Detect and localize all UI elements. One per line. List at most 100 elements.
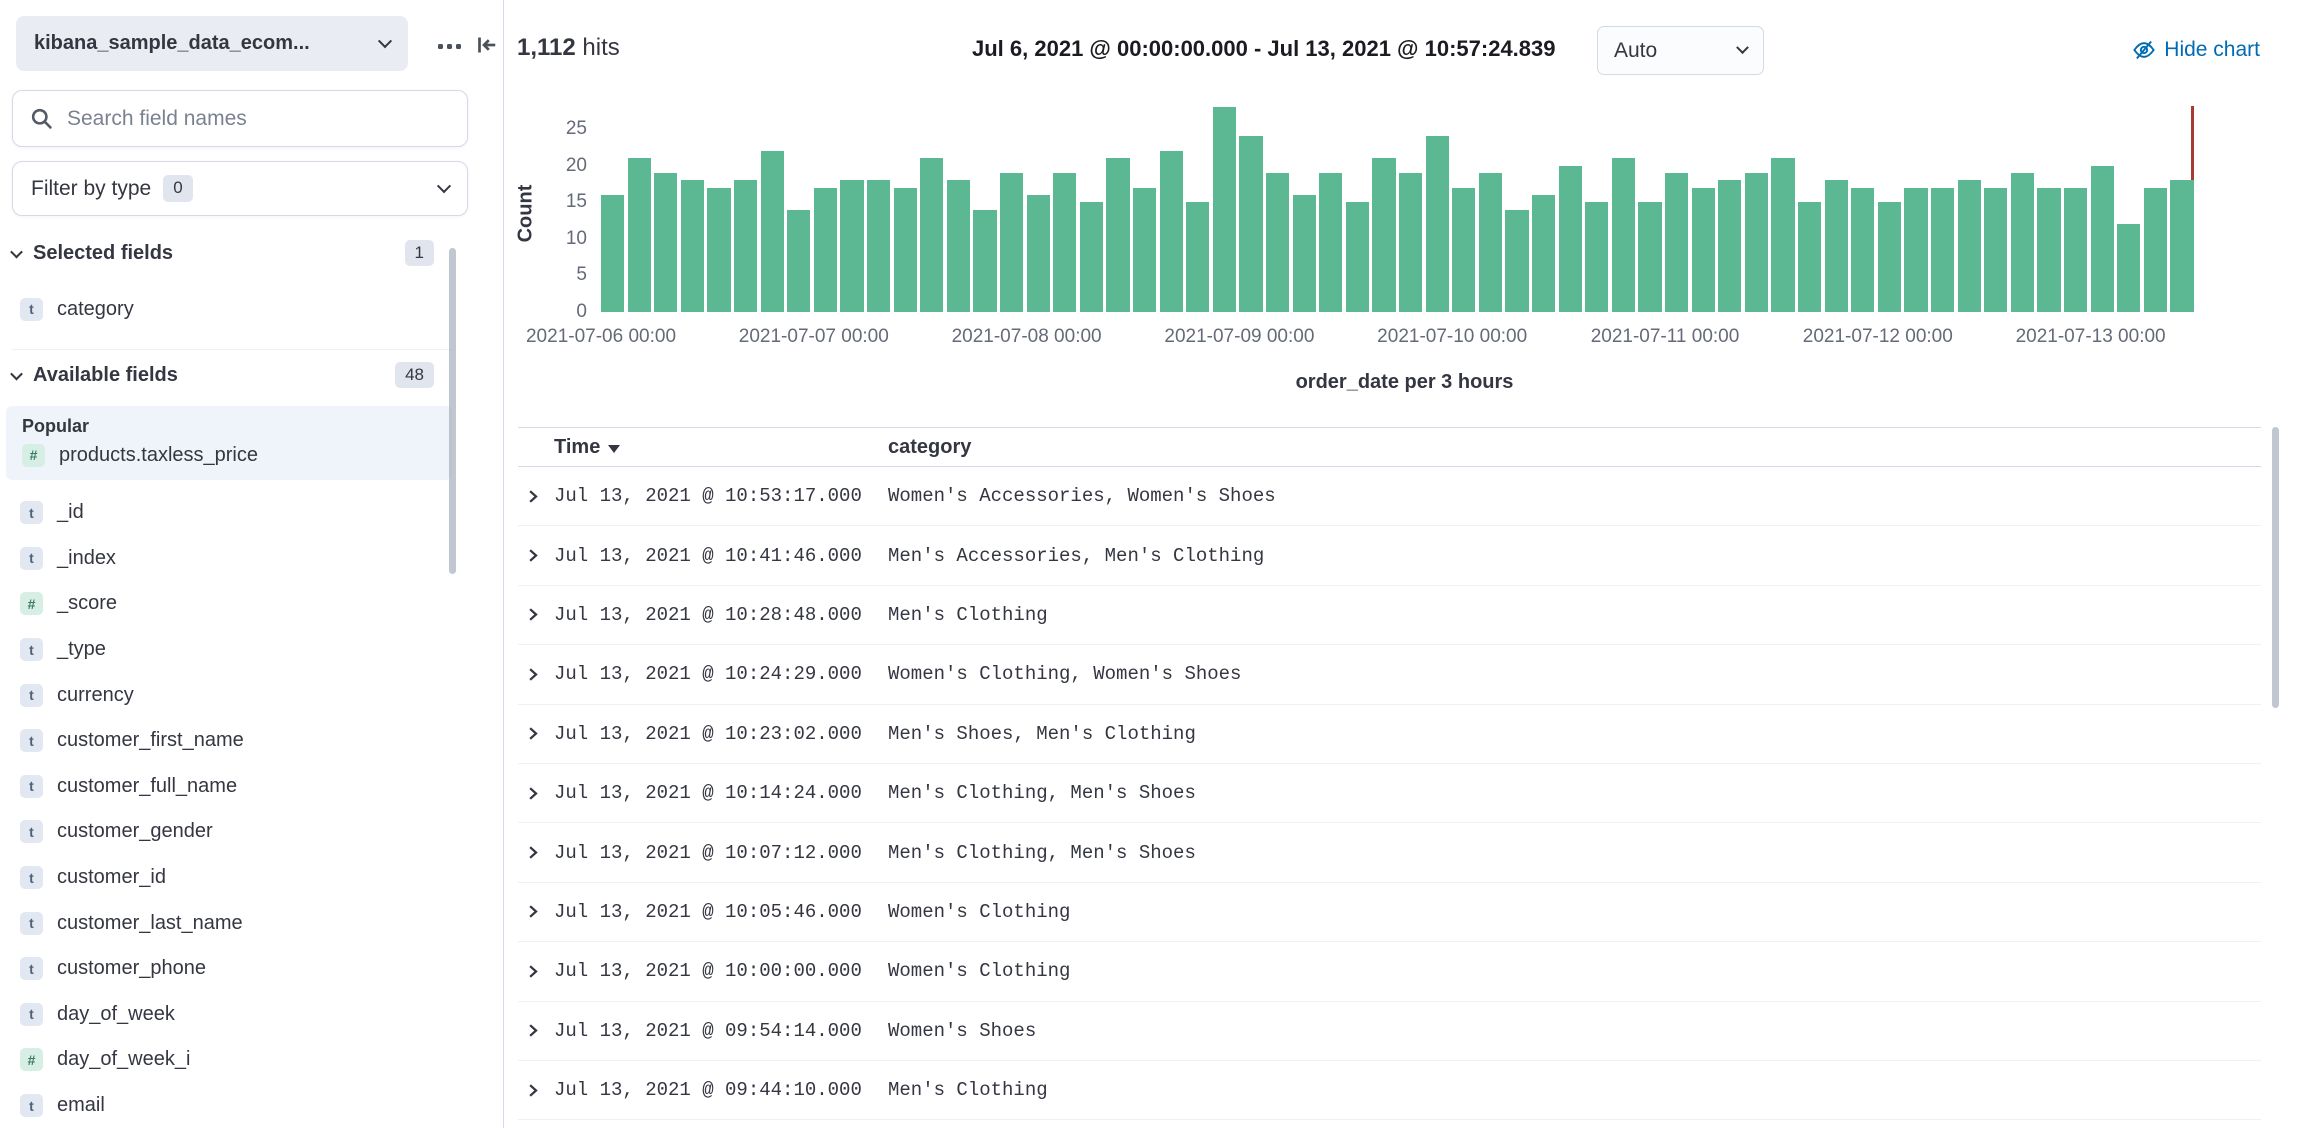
expand-row-button[interactable] [518,1081,542,1100]
expand-row-button[interactable] [518,902,542,921]
field-item-_score[interactable]: # _score [12,581,452,627]
expand-row-button[interactable] [518,784,542,803]
histogram-bar[interactable] [2143,187,2167,312]
histogram-bar[interactable] [1851,187,1875,312]
histogram-bar[interactable] [1824,180,1848,312]
histogram-bar[interactable] [1638,202,1662,312]
histogram-bar[interactable] [787,209,811,312]
histogram-bar[interactable] [1159,150,1183,312]
index-pattern-switcher[interactable]: kibana_sample_data_ecom... [16,16,408,71]
histogram-bar[interactable] [1585,202,1609,312]
expand-row-button[interactable] [518,487,542,506]
histogram-bar[interactable] [813,187,837,312]
histogram-bar[interactable] [1558,165,1582,312]
hide-chart-button[interactable]: Hide chart [2133,38,2260,62]
expand-row-button[interactable] [518,962,542,981]
histogram-bar[interactable] [1931,187,1955,312]
expand-row-button[interactable] [518,1021,542,1040]
histogram-bar[interactable] [1133,187,1157,312]
collapse-sidebar-button[interactable] [470,28,504,62]
histogram-bar[interactable] [1345,202,1369,312]
sidebar-scrollbar[interactable] [449,248,456,574]
histogram-bar[interactable] [1292,194,1316,312]
field-item-customer_first_name[interactable]: t customer_first_name [12,718,452,764]
table-scrollbar[interactable] [2272,427,2279,708]
histogram-bar[interactable] [1798,202,1822,312]
category-column-header[interactable]: category [888,436,2261,459]
histogram-bar[interactable] [1372,158,1396,312]
field-list-options-button[interactable] [434,32,464,60]
field-item-customer_id[interactable]: t customer_id [12,855,452,901]
histogram-bar[interactable] [1505,209,1529,312]
histogram-bar[interactable] [973,209,997,312]
field-item-currency[interactable]: t currency [12,672,452,718]
expand-row-button[interactable] [518,724,542,743]
histogram-bar[interactable] [1000,172,1024,312]
histogram-bar[interactable] [1984,187,2008,312]
histogram-bar[interactable] [2037,187,2061,312]
expand-row-button[interactable] [518,665,542,684]
histogram-bar[interactable] [1877,202,1901,312]
field-item-email[interactable]: t email [12,1083,452,1128]
histogram-bar[interactable] [1425,136,1449,312]
histogram-bar[interactable] [1026,194,1050,312]
field-item-customer_phone[interactable]: t customer_phone [12,946,452,992]
expand-row-button[interactable] [518,546,542,565]
histogram-bar[interactable] [1053,172,1077,312]
histogram-bar[interactable] [1771,158,1795,312]
histogram-bar[interactable] [1106,158,1130,312]
histogram-bar[interactable] [840,180,864,312]
histogram-bar[interactable] [1665,172,1689,312]
histogram-bar[interactable] [654,172,678,312]
histogram-bar[interactable] [1186,202,1210,312]
histogram-bar[interactable] [1957,180,1981,312]
histogram-bar[interactable] [1532,194,1556,312]
histogram-bar[interactable] [893,187,917,312]
search-field-names-input[interactable] [12,90,468,147]
histogram-bar[interactable] [946,180,970,312]
histogram-bar[interactable] [920,158,944,312]
filter-by-type-button[interactable]: Filter by type 0 [12,161,468,216]
histogram-bar[interactable] [1239,136,1263,312]
field-item-category[interactable]: t category [12,287,452,331]
histogram-bar[interactable] [601,194,625,312]
expand-row-button[interactable] [518,605,542,624]
histogram-bar[interactable] [1744,172,1768,312]
histogram-bar[interactable] [1452,187,1476,312]
histogram-bar[interactable] [1266,172,1290,312]
time-column-header[interactable]: Time [554,436,888,459]
field-item-customer_last_name[interactable]: t customer_last_name [12,900,452,946]
selected-fields-accordion[interactable]: Selected fields 1 [10,232,452,274]
available-fields-accordion[interactable]: Available fields 48 [10,354,452,396]
field-item-customer_gender[interactable]: t customer_gender [12,809,452,855]
field-item-_index[interactable]: t _index [12,536,452,582]
histogram-bar[interactable] [627,158,651,312]
histogram-plot[interactable] [601,106,2197,312]
histogram-bar[interactable] [2117,224,2141,312]
histogram-bar[interactable] [1904,187,1928,312]
histogram-bar[interactable] [707,187,731,312]
field-item-_type[interactable]: t _type [12,627,452,673]
histogram-bar[interactable] [2090,165,2114,312]
histogram-bar[interactable] [1611,158,1635,312]
histogram-bar[interactable] [2010,172,2034,312]
histogram-bar[interactable] [1691,187,1715,312]
histogram-bar[interactable] [867,180,891,312]
histogram-bar[interactable] [1319,172,1343,312]
field-item-products.taxless_price[interactable]: # products.taxless_price [6,439,452,471]
field-item-day_of_week_i[interactable]: # day_of_week_i [12,1037,452,1083]
field-item-customer_full_name[interactable]: t customer_full_name [12,764,452,810]
histogram-bar[interactable] [1718,180,1742,312]
histogram-bar[interactable] [1399,172,1423,312]
expand-row-button[interactable] [518,843,542,862]
histogram-bar[interactable] [2170,180,2194,312]
interval-select[interactable]: Auto [1597,26,1764,75]
histogram-bar[interactable] [1212,107,1236,312]
histogram-bar[interactable] [2064,187,2088,312]
histogram-bar[interactable] [1079,202,1103,312]
histogram-bar[interactable] [1478,172,1502,312]
field-item-day_of_week[interactable]: t day_of_week [12,992,452,1038]
histogram-bar[interactable] [734,180,758,312]
field-item-_id[interactable]: t _id [12,490,452,536]
histogram-bar[interactable] [680,180,704,312]
